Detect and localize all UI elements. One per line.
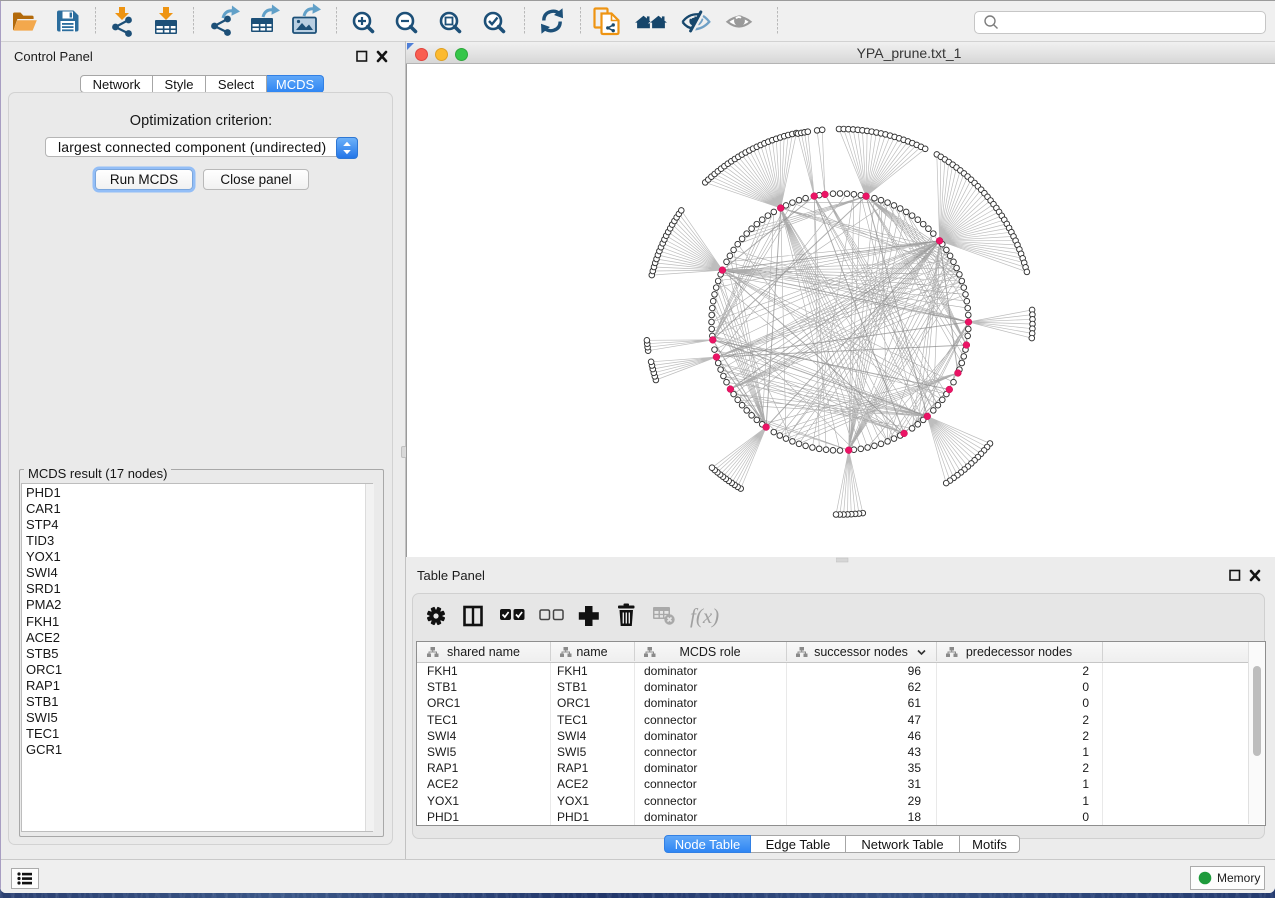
svg-text:f(x): f(x): [690, 604, 719, 628]
